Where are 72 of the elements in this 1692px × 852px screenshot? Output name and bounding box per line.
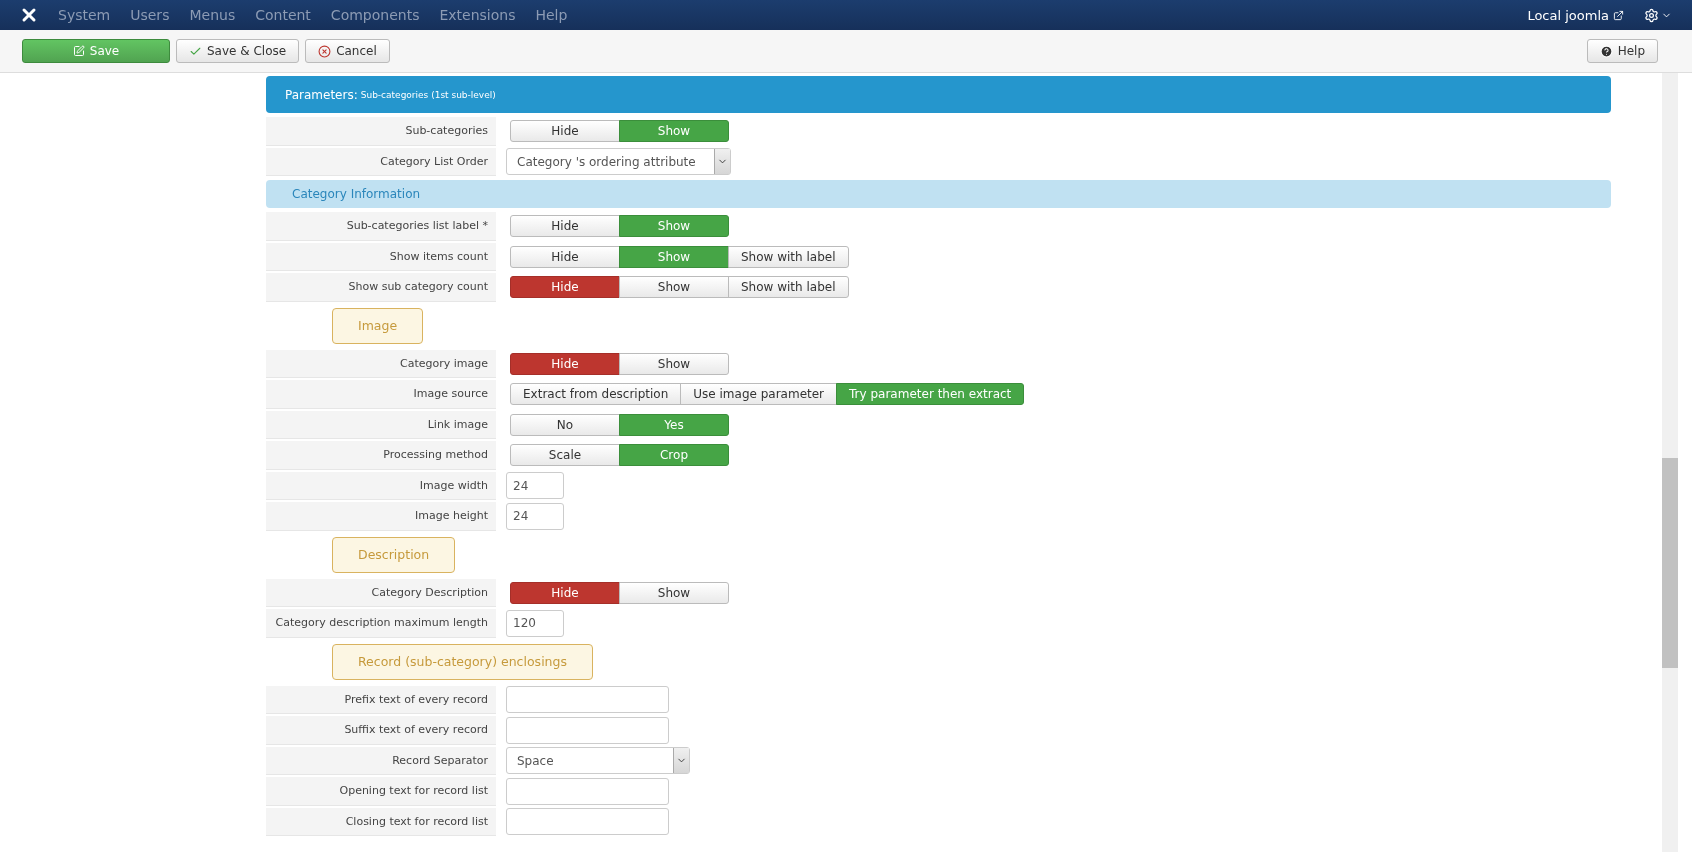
field-label: Sub-categories list label * [266,212,496,241]
toggle-option[interactable]: Hide [510,120,620,143]
menu-item[interactable]: Menus [189,7,236,23]
select-value: Category 's ordering attribute [517,154,697,169]
settings-icon [1644,7,1659,23]
toggle-option[interactable]: Scale [510,444,620,467]
help-button[interactable]: Help [1586,39,1658,63]
toggle-option[interactable]: Show [619,352,729,375]
select-dropdown[interactable]: Category 's ordering attribute [506,148,731,176]
field-label: Closing text for record list [266,807,496,836]
toggle-option[interactable]: Show [619,276,729,299]
field-label: Prefix text of every record [266,685,496,714]
toggle-option[interactable]: Show with label [728,276,849,299]
menu-item[interactable]: Extensions [439,7,516,23]
menu-item[interactable]: Users [130,7,170,23]
scrollbar[interactable] [1662,73,1678,852]
toolbar-button[interactable]: Save & Close [176,39,300,63]
toggle-option[interactable]: No [510,413,620,436]
field-label: Record Separator [266,746,496,775]
field-label: Category Description [266,578,496,607]
toggle-option[interactable]: Extract from description [510,383,682,406]
group-legend: Description [332,536,456,573]
group-legend: Record (sub-category) enclosings [332,643,593,680]
field-label: Image height [266,502,496,531]
toggle-option[interactable]: Hide [510,215,620,238]
caret-icon [713,149,730,175]
caret-icon [673,748,689,774]
field-label: Link image [266,410,496,439]
site-link[interactable]: Local joomla [1527,7,1624,23]
field-label: Processing method [266,441,496,470]
header-title: Parameters: [285,87,358,102]
input-field[interactable] [506,808,669,836]
menu-item[interactable]: Components [330,7,420,23]
toggle-option[interactable]: Hide [510,581,620,604]
toggle-option[interactable]: Hide [510,352,620,375]
field-label: Category List Order [266,147,496,176]
input-field[interactable] [506,716,669,744]
field-label: Category description maximum length [266,609,496,638]
menu-item[interactable]: System [58,7,111,23]
select-dropdown[interactable]: Space [506,747,690,775]
field-label: Image width [266,471,496,500]
header-subtitle: Sub-categories (1st sub-level) [360,89,496,100]
logo-icon [20,6,38,24]
section-header: Category Information [266,180,1611,208]
toggle-option[interactable]: Show with label [728,245,849,268]
field-label: Suffix text of every record [266,716,496,745]
field-label: Sub-categories [266,117,496,146]
external-link-icon [1613,9,1624,21]
input-field[interactable]: 24 [506,472,564,500]
help-icon [1599,44,1613,58]
input-field[interactable] [506,777,669,805]
field-label: Show sub category count [266,273,496,302]
field-label: Category image [266,349,496,378]
input-field[interactable]: 120 [506,609,564,637]
toggle-option[interactable]: Hide [510,276,620,299]
edit-icon [72,45,85,57]
toolbar-button[interactable]: Cancel [305,39,390,63]
toggle-option[interactable]: Hide [510,245,620,268]
settings-menu-button[interactable] [1644,7,1672,23]
cancel-icon [318,44,332,58]
group-legend: Image [332,307,424,344]
input-field[interactable] [506,686,669,714]
menu-item[interactable]: Content [255,7,311,23]
field-label: Image source [266,380,496,409]
menu-item[interactable]: Help [535,7,568,23]
toggle-option[interactable]: Use image parameter [680,383,838,406]
toggle-option[interactable]: Show [619,581,729,604]
scrollbar-thumb[interactable] [1662,458,1678,668]
input-field[interactable]: 24 [506,502,564,530]
select-value: Space [517,753,555,768]
field-label: Show items count [266,242,496,271]
field-label: Opening text for record list [266,777,496,806]
